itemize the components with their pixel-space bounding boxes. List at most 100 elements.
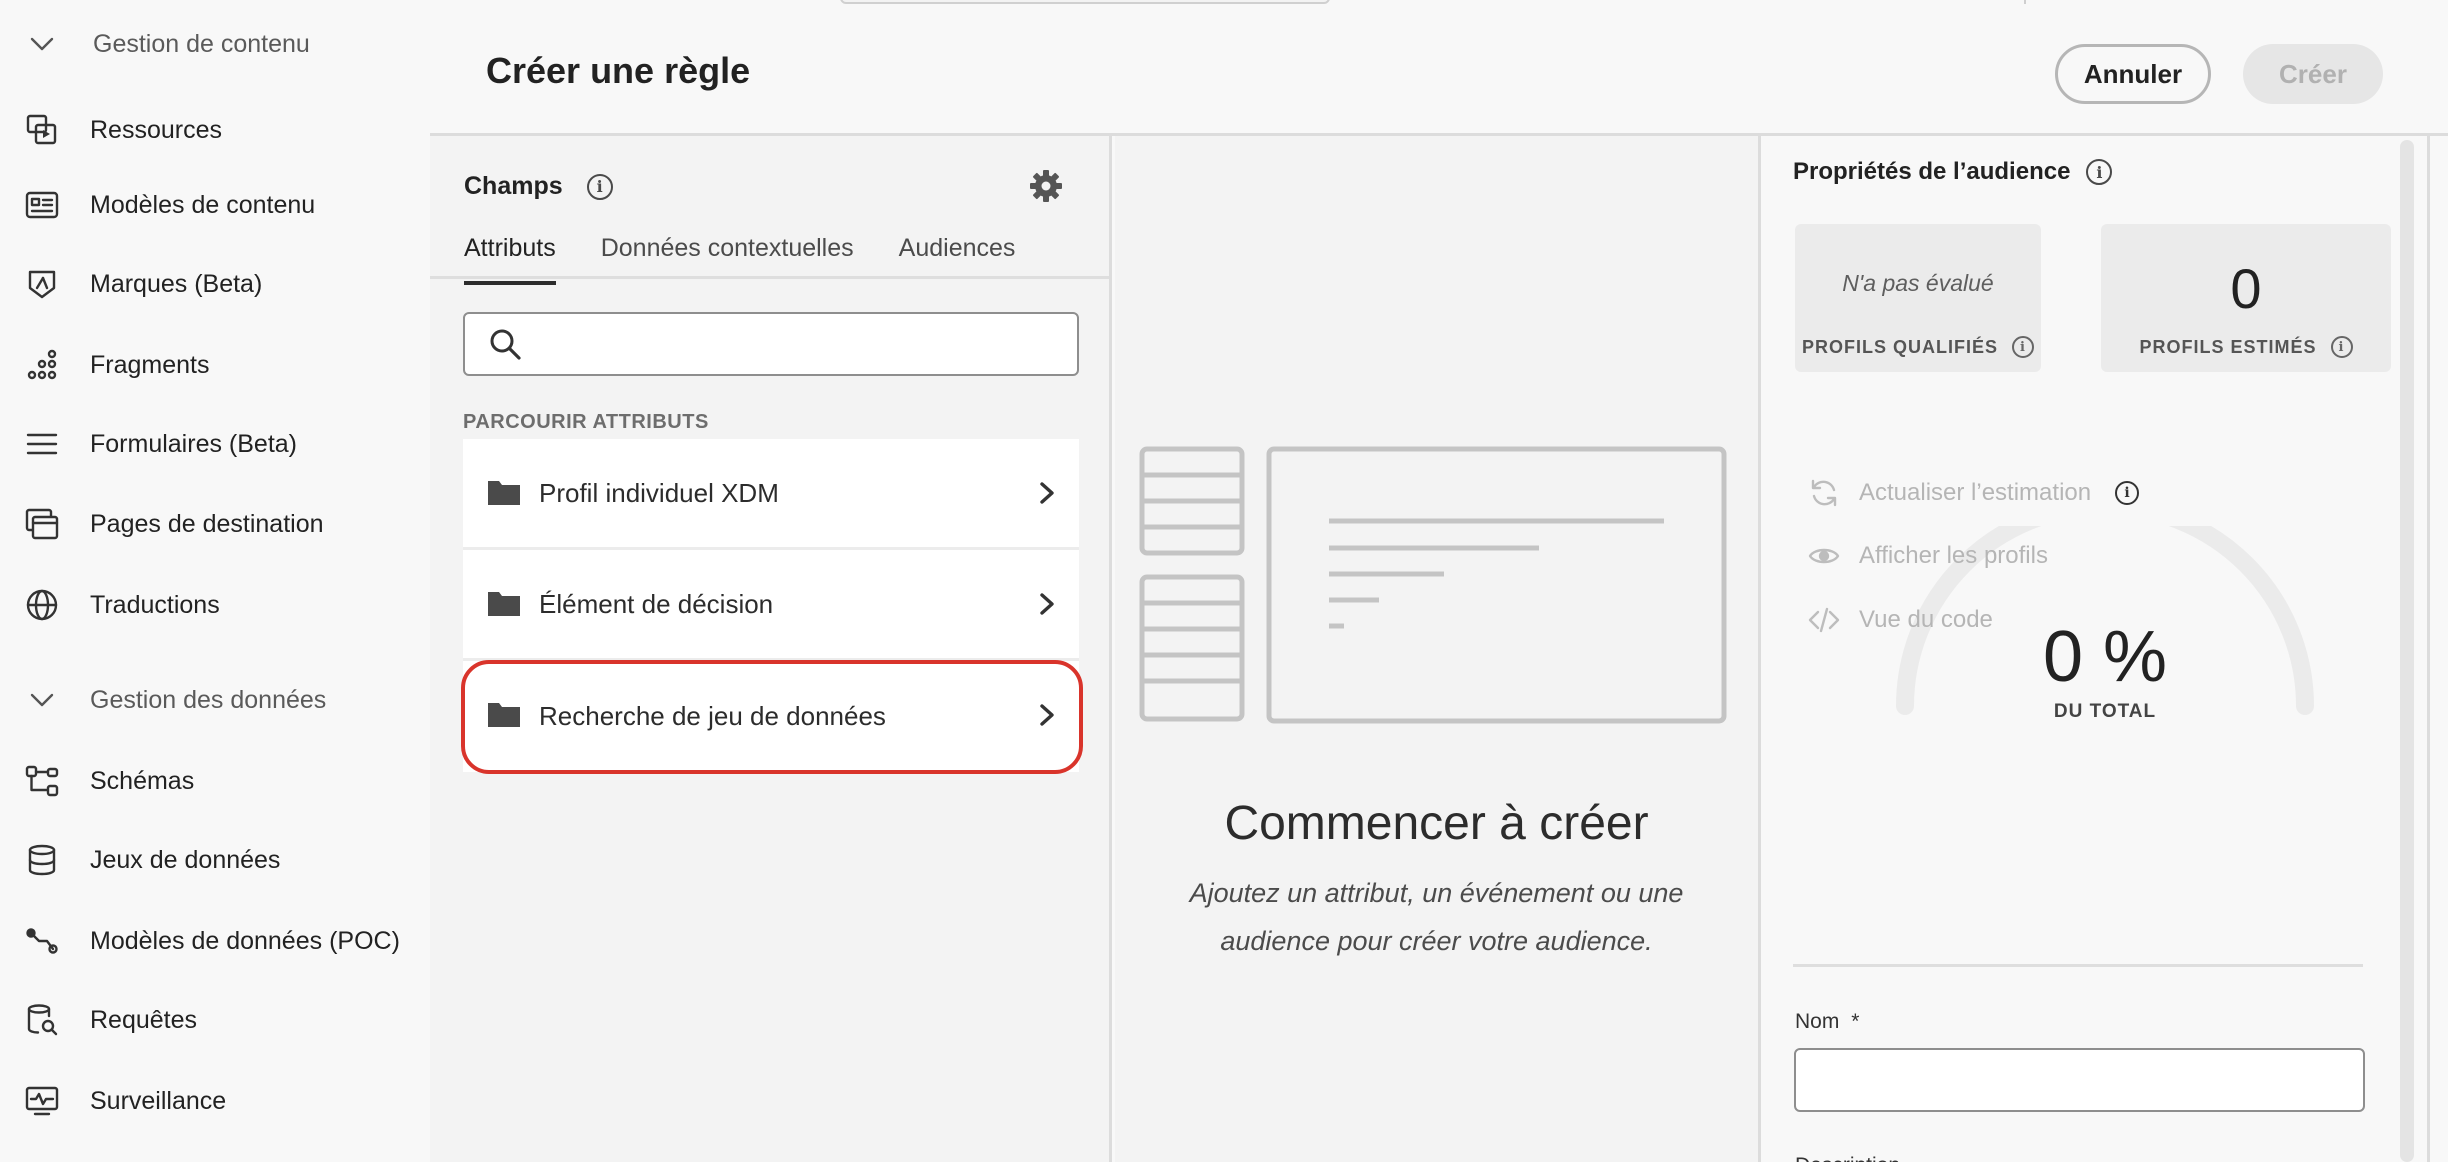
- rule-canvas[interactable]: Commencer à créer Ajoutez un attribut, u…: [1115, 136, 1758, 1162]
- fields-panel-header: Champs i: [464, 172, 613, 201]
- nav-item-label: Jeux de données: [90, 845, 281, 874]
- search-field[interactable]: [463, 312, 1079, 376]
- fragments-icon: [22, 345, 62, 385]
- fields-panel: Champs i Attributs Données contextuelles…: [430, 136, 1112, 1162]
- brand-icon: [22, 264, 62, 304]
- nav-item-ressources[interactable]: Ressources: [0, 98, 430, 162]
- canvas-empty-subtitle: Ajoutez un attribut, un événement ou une…: [1165, 869, 1708, 965]
- create-button[interactable]: Créer: [2243, 44, 2383, 104]
- view-profiles-label: Afficher les profils: [1859, 542, 2048, 569]
- nav-item-fragments[interactable]: Fragments: [0, 333, 430, 397]
- nav-item-label: Formulaires (Beta): [90, 429, 297, 458]
- estimated-profiles-card: 0 PROFILS ESTIMÉS i: [2101, 224, 2391, 372]
- chevron-right-icon: [1033, 699, 1061, 731]
- nav-section-content-management[interactable]: Gestion de contenu: [0, 12, 430, 76]
- globe-icon: [22, 585, 62, 625]
- info-icon[interactable]: i: [586, 173, 613, 200]
- properties-header: Propriétés de l’audience i: [1793, 158, 2113, 186]
- panel-edge: [2427, 136, 2430, 1162]
- content-template-icon: [22, 185, 62, 225]
- folder-dataset-lookup[interactable]: Recherche de jeu de données: [463, 661, 1079, 772]
- nav-item-translations[interactable]: Traductions: [0, 573, 430, 637]
- fields-panel-title: Champs: [464, 172, 563, 200]
- view-profiles-action[interactable]: Afficher les profils: [1807, 539, 2048, 573]
- assets-icon: [22, 110, 62, 150]
- forms-icon: [22, 424, 62, 464]
- estimated-profiles-caption-row: PROFILS ESTIMÉS i: [2101, 336, 2391, 358]
- qualified-profiles-caption-row: PROFILS QUALIFIÉS i: [1795, 336, 2041, 358]
- nav-item-label: Modèles de données (POC): [90, 926, 400, 955]
- code-view-label: Vue du code: [1859, 606, 1993, 633]
- chevron-right-icon: [1033, 477, 1061, 509]
- folder-xdm-individual-profile[interactable]: Profil individuel XDM: [463, 439, 1079, 550]
- folder-icon: [487, 699, 521, 729]
- nav-item-label: Marques (Beta): [90, 269, 263, 298]
- browse-attributes-label: PARCOURIR ATTRIBUTS: [463, 411, 709, 433]
- qualified-profiles-card: N'a pas évalué PROFILS QUALIFIÉS i: [1795, 224, 2041, 372]
- nav-item-monitoring[interactable]: Surveillance: [0, 1069, 430, 1133]
- refresh-icon: [1807, 476, 1841, 510]
- nav-item-label: Requêtes: [90, 1005, 198, 1034]
- nav-item-label: Traductions: [90, 590, 220, 619]
- canvas-subtitle-line: audience pour créer votre audience.: [1220, 926, 1653, 956]
- qualified-profiles-caption: PROFILS QUALIFIÉS: [1801, 336, 1998, 357]
- nav-item-label: Ressources: [90, 115, 222, 144]
- chevron-down-icon: [22, 24, 62, 64]
- left-navigation: Gestion de contenu Ressources Modèles de…: [0, 0, 430, 1162]
- gear-icon[interactable]: [1026, 166, 1066, 206]
- refresh-estimate-action[interactable]: Actualiser l’estimation i: [1807, 476, 2140, 510]
- folder-label: Recherche de jeu de données: [539, 701, 886, 731]
- top-search-bar-edge: [840, 0, 1330, 4]
- nav-item-content-templates[interactable]: Modèles de contenu: [0, 173, 430, 237]
- nav-item-queries[interactable]: Requêtes: [0, 988, 430, 1052]
- canvas-empty-title: Commencer à créer: [1224, 797, 1649, 850]
- properties-divider: [1793, 964, 2363, 967]
- nav-section-data-management[interactable]: Gestion des données: [0, 668, 430, 732]
- search-icon: [487, 326, 525, 364]
- nav-item-landing-pages[interactable]: Pages de destination: [0, 492, 430, 556]
- nav-item-label: Schémas: [90, 766, 195, 795]
- canvas-subtitle-line: Ajoutez un attribut, un événement ou une: [1189, 878, 1684, 908]
- chevron-down-icon: [22, 680, 62, 720]
- code-view-action[interactable]: Vue du code: [1807, 603, 1993, 637]
- info-icon[interactable]: i: [2115, 481, 2140, 505]
- query-icon: [22, 1000, 62, 1040]
- folder-label: Élément de décision: [539, 588, 774, 619]
- nav-item-label: Surveillance: [90, 1086, 227, 1115]
- required-marker: *: [1851, 1010, 1860, 1033]
- nav-item-brands[interactable]: Marques (Beta): [0, 252, 430, 316]
- eye-icon: [1807, 539, 1841, 573]
- nav-item-forms[interactable]: Formulaires (Beta): [0, 412, 430, 476]
- info-icon[interactable]: i: [2012, 336, 2034, 358]
- folder-list: Profil individuel XDM Élément de décisio…: [463, 439, 1079, 772]
- monitoring-icon: [22, 1081, 62, 1121]
- search-input[interactable]: [537, 324, 1057, 366]
- nav-item-label: Modèles de contenu: [90, 190, 316, 219]
- landing-pages-icon: [22, 504, 62, 544]
- folder-icon: [487, 477, 521, 507]
- code-icon: [1807, 603, 1841, 637]
- database-icon: [22, 840, 62, 880]
- chevron-right-icon: [1033, 588, 1061, 620]
- folder-icon: [487, 588, 521, 618]
- info-icon[interactable]: i: [2330, 336, 2353, 358]
- top-divider: [2024, 0, 2026, 4]
- estimated-profiles-value: 0: [2230, 257, 2262, 320]
- cancel-button[interactable]: Annuler: [2055, 44, 2211, 104]
- qualified-profiles-value: N'a pas évalué: [1842, 270, 1994, 296]
- nav-item-datasets[interactable]: Jeux de données: [0, 828, 430, 892]
- nav-section-label: Gestion des données: [90, 685, 327, 714]
- name-field-label: Nom *: [1795, 1010, 1859, 1034]
- properties-scrollbar[interactable]: [2400, 140, 2414, 1162]
- nav-item-data-models[interactable]: Modèles de données (POC): [0, 909, 430, 973]
- name-label-text: Nom: [1795, 1010, 1840, 1033]
- info-icon[interactable]: i: [2086, 159, 2113, 185]
- nav-item-schemas[interactable]: Schémas: [0, 749, 430, 813]
- empty-canvas-illustration: [1139, 446, 1727, 724]
- nav-item-label: Fragments: [90, 350, 210, 379]
- name-input[interactable]: [1794, 1048, 2365, 1112]
- audience-properties-panel: Propriétés de l’audience i N'a pas évalu…: [1758, 136, 2448, 1162]
- folder-decision-item[interactable]: Élément de décision: [463, 550, 1079, 661]
- tabs-divider: [430, 276, 1109, 279]
- schema-icon: [22, 761, 62, 801]
